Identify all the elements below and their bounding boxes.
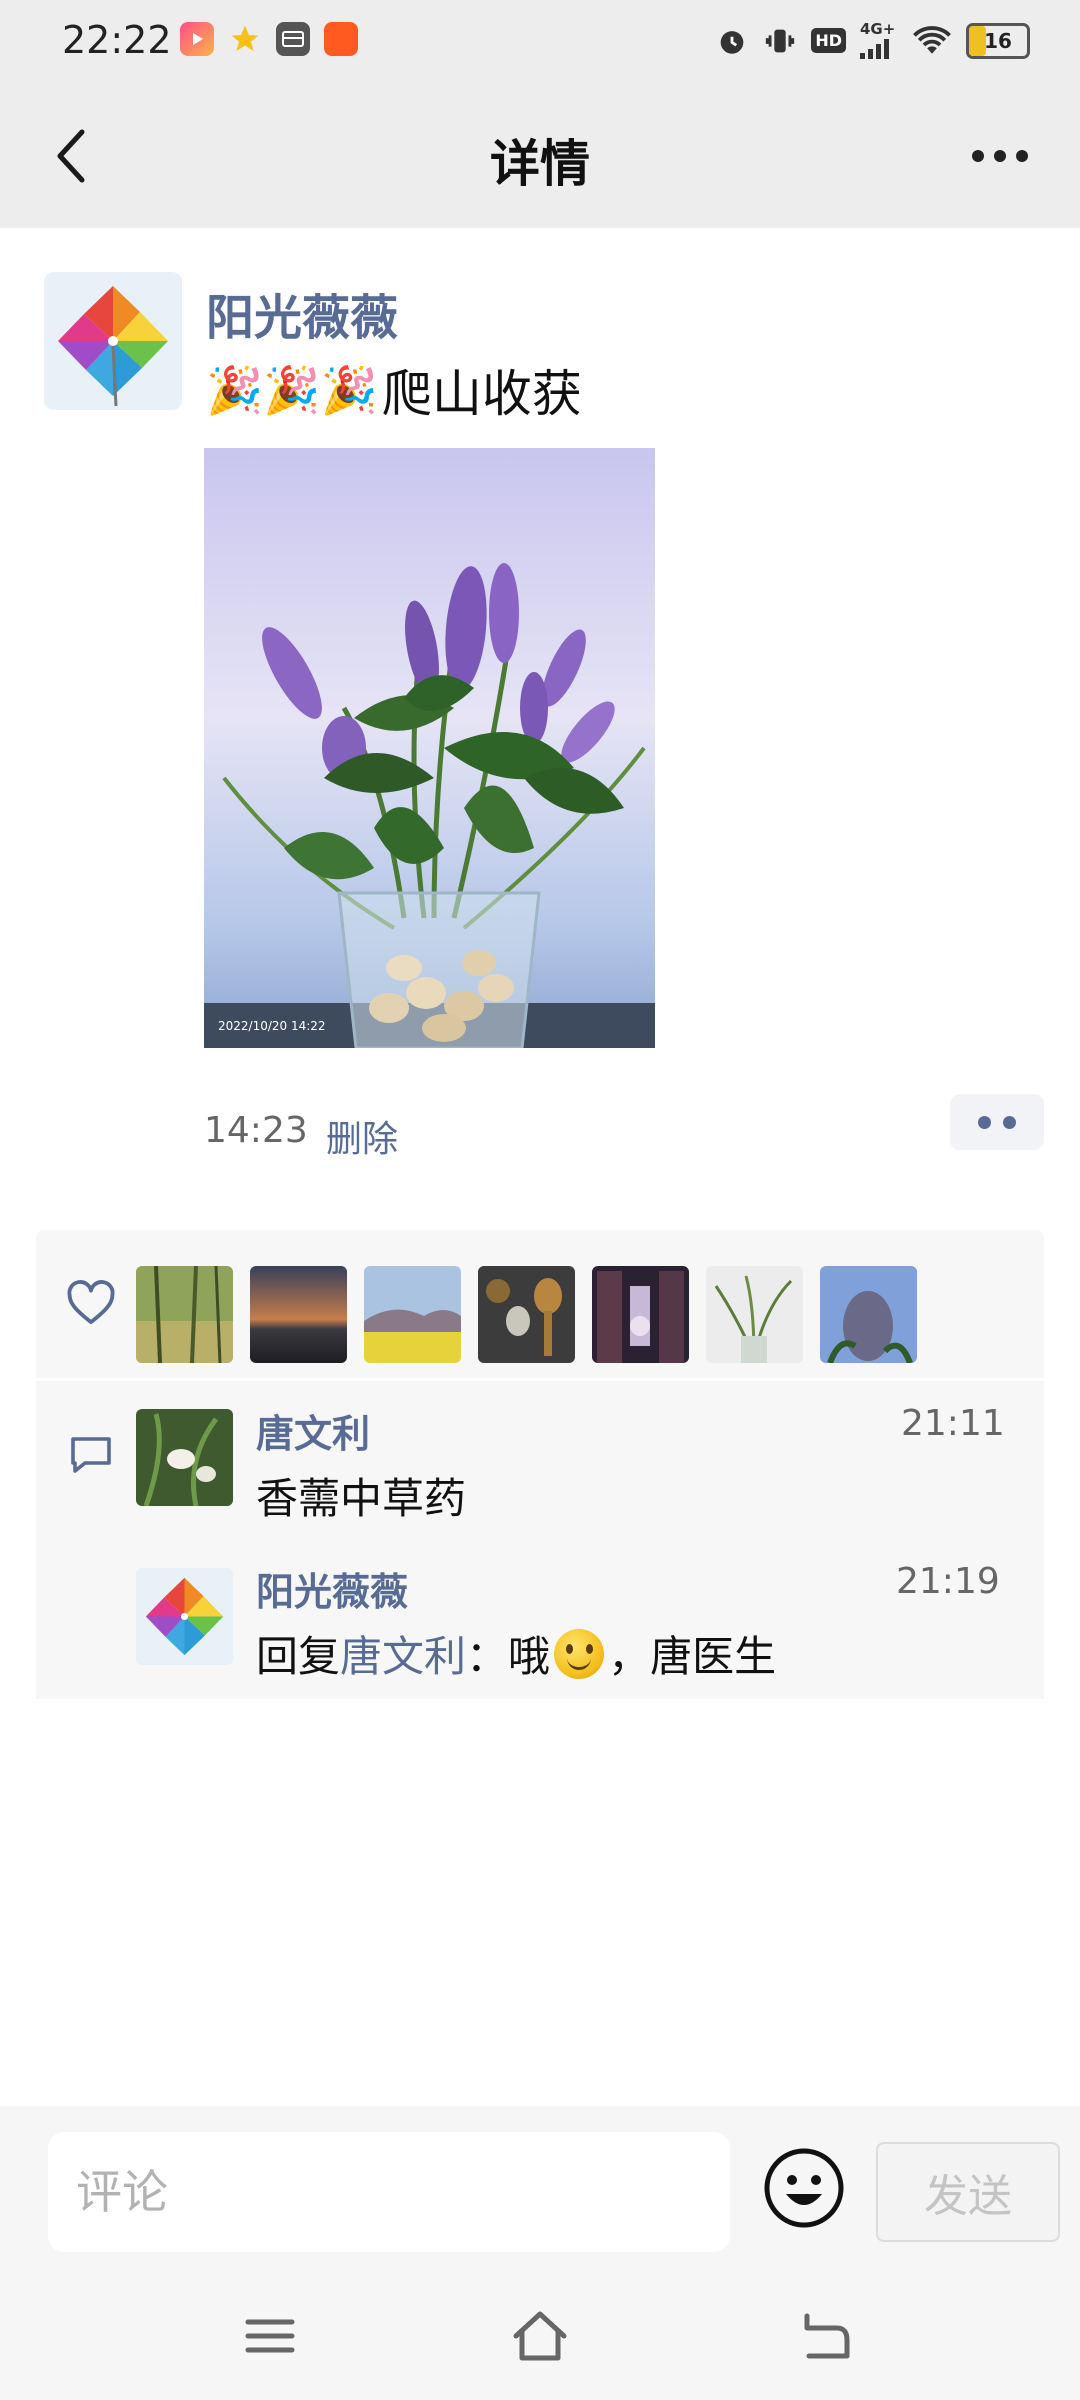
dots-icon <box>978 1115 991 1129</box>
reply-colon: ： <box>466 1632 509 1681</box>
like-comment-menu-button[interactable] <box>950 1094 1044 1150</box>
liker-avatar[interactable] <box>478 1266 575 1363</box>
commenter-avatar[interactable] <box>136 1568 233 1665</box>
liker-avatar[interactable] <box>820 1266 917 1363</box>
send-button[interactable]: 发送 <box>876 2142 1060 2242</box>
comment-time: 21:19 <box>896 1561 1000 1602</box>
author-avatar[interactable] <box>44 272 182 410</box>
post-photo[interactable]: 2022/10/20 14:22 <box>204 448 655 1048</box>
reply-text-start: 哦 <box>508 1632 551 1681</box>
more-options-button[interactable] <box>950 120 1050 192</box>
liker-avatar[interactable] <box>706 1266 803 1363</box>
reply-prefix: 回复 <box>256 1632 341 1681</box>
vibrate-icon <box>766 29 795 52</box>
battery-icon: 16 <box>966 22 1030 59</box>
liker-avatar[interactable] <box>364 1266 461 1363</box>
post-caption: 爬山收获 <box>381 365 582 423</box>
signal-icon: 4G+ <box>860 22 898 59</box>
party-popper-emojis: 🎉🎉🎉 <box>206 362 378 417</box>
delete-link[interactable]: 删除 <box>326 1110 398 1162</box>
status-right: HD 4G+ 16 <box>715 22 1030 59</box>
page-title: 详情 <box>490 135 590 193</box>
comment-author[interactable]: 唐文利 <box>256 1403 370 1458</box>
liker-avatar[interactable] <box>250 1266 347 1363</box>
smiley-emoji-icon <box>554 1628 605 1679</box>
wifi-icon <box>913 25 951 54</box>
hd-badge: HD <box>811 28 846 53</box>
comment-reply-text[interactable]: 回复 唐文利 ： 哦 ，唐医生 <box>256 1623 776 1684</box>
comment-text[interactable]: 香薷中草药 <box>256 1465 466 1526</box>
reply-to-name[interactable]: 唐文利 <box>340 1623 466 1684</box>
comments-section: 唐文利 21:11 香薷中草药 阳光薇薇 21:19 回复 唐文利 ： 哦 ，唐… <box>36 1381 1044 1699</box>
video-app-icon <box>180 22 214 56</box>
comment-input[interactable] <box>48 2132 730 2252</box>
back-nav-icon[interactable] <box>795 2306 855 2366</box>
pinwheel-avatar-image <box>44 272 182 410</box>
emoji-button[interactable] <box>762 2146 846 2230</box>
liker-avatar[interactable] <box>136 1266 233 1363</box>
menu-icon[interactable] <box>240 2306 300 2366</box>
star-app-icon <box>228 22 262 56</box>
liker-avatar[interactable] <box>592 1266 689 1363</box>
shopping-app-icon <box>324 22 358 56</box>
comment-time: 21:11 <box>901 1403 1005 1444</box>
notification-icons <box>180 22 358 56</box>
post-text: 🎉🎉🎉 爬山收获 <box>206 354 582 426</box>
status-time: 22:22 <box>62 18 172 62</box>
comment-input-bar: 发送 <box>0 2106 1080 2400</box>
card-app-icon <box>276 22 310 56</box>
photo-timestamp: 2022/10/20 14:22 <box>218 1019 326 1033</box>
alarm-icon <box>720 30 744 54</box>
smiley-face-icon <box>764 2148 844 2228</box>
status-bar: 22:22 HD 4G+ 16 <box>0 0 1080 84</box>
home-icon[interactable] <box>510 2306 570 2366</box>
system-nav-bar <box>0 2306 1080 2366</box>
likes-section <box>36 1230 1044 1378</box>
commenter-avatar[interactable] <box>136 1409 233 1506</box>
comment-author[interactable]: 阳光薇薇 <box>256 1561 408 1616</box>
post-author-name[interactable]: 阳光薇薇 <box>206 278 398 348</box>
like-avatars <box>136 1266 917 1363</box>
more-dots-icon <box>972 150 984 162</box>
reply-text-end: ，唐医生 <box>608 1632 777 1681</box>
heart-icon <box>67 1280 115 1325</box>
title-bar: 详情 <box>0 84 1080 228</box>
post-time: 14:23 <box>204 1110 308 1151</box>
flower-vase-photo: 2022/10/20 14:22 <box>204 448 655 1048</box>
comment-icon <box>71 1437 111 1473</box>
